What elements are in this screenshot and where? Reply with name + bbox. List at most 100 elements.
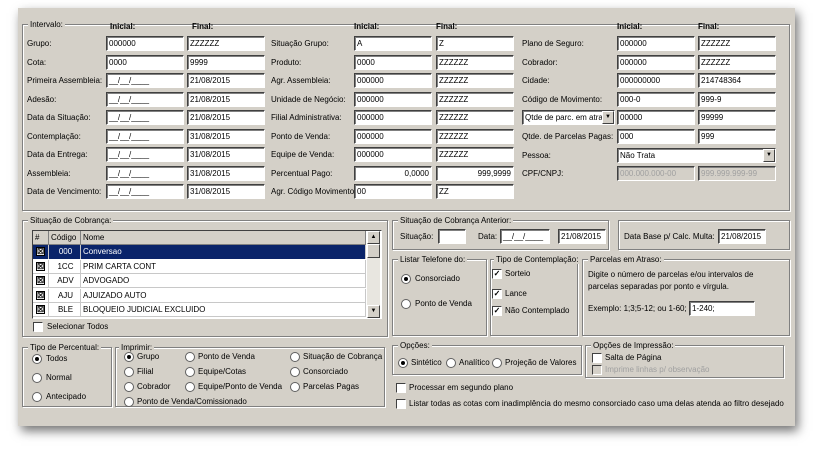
lance-checkbox[interactable]: ✓ (492, 289, 502, 299)
situacao-anterior-data-final[interactable]: 21/08/2015 (558, 229, 606, 244)
cpf-inicial-input[interactable]: 000.000.000-00 (617, 166, 695, 181)
scroll-up-icon[interactable]: ▲ (367, 231, 380, 244)
row-check-cell[interactable]: ☒ (33, 288, 49, 303)
col1-final-input-5[interactable]: 31/08/2015 (187, 128, 265, 144)
percentual-normal-radio[interactable] (32, 373, 42, 383)
percentual-antecipado-radio[interactable] (32, 392, 42, 402)
col1-final-input-2[interactable]: 21/08/2015 (187, 73, 265, 88)
col1-inicial-input-3[interactable]: __/__/____ (106, 91, 184, 107)
row-check-cell[interactable]: ☒ (33, 259, 49, 274)
checkbox-checked-icon[interactable]: ☒ (36, 290, 45, 300)
col1-final-input-7[interactable]: 31/08/2015 (187, 165, 265, 181)
listar-todas-checkbox[interactable] (396, 399, 406, 409)
col2-final-input-4[interactable]: ZZZZZZ (436, 110, 514, 125)
checkbox-checked-icon[interactable]: ☒ (36, 247, 45, 256)
parcelas-atraso-input[interactable]: 1-240; (689, 301, 755, 316)
imprimir-consorciado-label[interactable]: Consorciado (303, 367, 348, 377)
scroll-thumb[interactable] (367, 244, 380, 258)
salta-pagina-label[interactable]: Salta de Página (605, 353, 662, 363)
col2-inicial-input-2[interactable]: 000000 (354, 73, 432, 88)
qtde-parc-atraso-select[interactable]: Qtde de parc. em atra ▼ (522, 110, 615, 125)
sorteio-label[interactable]: Sorteio (505, 269, 530, 279)
situacao-anterior-data-inicial[interactable]: __/__/____ (500, 229, 550, 244)
imprimir-equipe-ponto-venda-label[interactable]: Equipe/Ponto de Venda (198, 382, 282, 392)
salta-pagina-checkbox[interactable] (592, 353, 602, 363)
col2-inicial-input-6[interactable]: 000000 (354, 147, 432, 162)
opcao-projecao-label[interactable]: Projeção de Valores (505, 358, 576, 368)
col3-final-input-5[interactable]: 999 (698, 128, 776, 144)
percentual-todos-label[interactable]: Todos (46, 354, 67, 364)
situacao-anterior-input[interactable] (438, 229, 466, 244)
opcao-sintetico-label[interactable]: Sintético (411, 358, 442, 368)
checkbox-checked-icon[interactable]: ☒ (36, 261, 45, 271)
col2-inicial-input-5[interactable]: 000000 (354, 128, 432, 144)
imprimir-ponto-venda-label[interactable]: Ponto de Venda (198, 352, 255, 362)
table-row[interactable]: ☒ ADV ADVOGADO (33, 274, 366, 288)
chevron-down-icon[interactable]: ▼ (602, 111, 614, 124)
imprime-linhas-checkbox[interactable] (592, 365, 602, 375)
situacao-cobranca-grid[interactable]: # Código Nome ☒ 000 Conversao ☒ 1CC PRIM CART… (32, 230, 382, 319)
opcao-sintetico-radio[interactable] (398, 358, 408, 368)
col2-inicial-input-3[interactable]: 000000 (354, 91, 432, 107)
processar-segundo-plano-checkbox[interactable] (396, 383, 406, 393)
col1-inicial-input-0[interactable]: 000000 (106, 36, 184, 51)
imprimir-situacao-cobranca-radio[interactable] (290, 352, 300, 362)
data-base-input[interactable]: 21/08/2015 (718, 229, 766, 244)
col2-inicial-input-7[interactable]: 0,0000 (354, 165, 432, 181)
col3-inicial-input-4[interactable]: 00000 (617, 110, 695, 125)
col2-final-input-2[interactable]: ZZZZZZ (436, 73, 514, 88)
table-row[interactable]: ☒ BLE BLOQUEIO JUDICIAL EXCLUIDO (33, 303, 366, 317)
imprime-linhas-label[interactable]: Imprime linhas p/ observação (605, 365, 710, 375)
row-check-cell[interactable]: ☒ (33, 303, 49, 317)
col3-final-input-3[interactable]: 999-9 (698, 91, 776, 107)
imprimir-grupo-radio[interactable] (124, 352, 134, 362)
imprimir-ponto-venda-comissionado-radio[interactable] (124, 397, 134, 407)
col2-final-input-5[interactable]: ZZZZZZ (436, 128, 514, 144)
opcao-analitico-label[interactable]: Analítico (459, 358, 490, 368)
col1-inicial-input-7[interactable]: __/__/____ (106, 165, 184, 181)
telefone-ponto-venda-label[interactable]: Ponto de Venda (415, 299, 472, 309)
processar-segundo-plano-label[interactable]: Processar em segundo plano (409, 383, 513, 393)
imprimir-grupo-label[interactable]: Grupo (137, 352, 159, 362)
col2-final-input-0[interactable]: Z (436, 36, 514, 51)
col2-final-input-8[interactable]: ZZ (436, 184, 514, 199)
listar-todas-label[interactable]: Listar todas as cotas com inadimplência … (409, 399, 784, 409)
table-row[interactable]: ☒ 1CC PRIM CARTA CONT (33, 259, 366, 274)
col3-inicial-input-3[interactable]: 000-0 (617, 91, 695, 107)
row-check-cell[interactable]: ☒ (33, 274, 49, 288)
telefone-consorciado-radio[interactable] (401, 274, 411, 284)
col1-final-input-4[interactable]: 21/08/2015 (187, 110, 265, 125)
percentual-todos-radio[interactable] (32, 354, 42, 364)
col2-inicial-input-8[interactable]: 00 (354, 184, 432, 199)
imprimir-equipe-cotas-label[interactable]: Equipe/Cotas (198, 367, 246, 377)
col1-inicial-input-5[interactable]: __/__/____ (106, 128, 184, 144)
percentual-normal-label[interactable]: Normal (46, 373, 72, 383)
col2-inicial-input-0[interactable]: A (354, 36, 432, 51)
cpf-final-input[interactable]: 999.999.999-99 (698, 166, 776, 181)
telefone-consorciado-label[interactable]: Consorciado (415, 274, 460, 284)
imprimir-parcelas-pagas-label[interactable]: Parcelas Pagas (303, 382, 359, 392)
grid-col-nome[interactable]: Nome (81, 231, 366, 245)
grid-col-codigo[interactable]: Código (49, 231, 81, 245)
table-row[interactable]: ☒ 000 Conversao (33, 245, 366, 259)
lance-label[interactable]: Lance (505, 289, 527, 299)
col3-final-input-4[interactable]: 99999 (698, 110, 776, 125)
nao-contemplado-label[interactable]: Não Contemplado (505, 306, 569, 316)
imprimir-cobrador-radio[interactable] (124, 382, 134, 392)
col1-final-input-3[interactable]: 21/08/2015 (187, 91, 265, 107)
opcao-projecao-radio[interactable] (492, 358, 502, 368)
imprimir-ponto-venda-comissionado-label[interactable]: Ponto de Venda/Comissionado (137, 397, 247, 407)
opcao-analitico-radio[interactable] (446, 358, 456, 368)
grid-scrollbar[interactable]: ▲ ▼ (367, 231, 380, 318)
selecionar-todos-checkbox[interactable] (33, 322, 43, 332)
col3-inicial-input-0[interactable]: 000000 (617, 36, 695, 51)
col2-final-input-1[interactable]: ZZZZZZ (436, 54, 514, 70)
scroll-down-icon[interactable]: ▼ (367, 305, 380, 318)
imprimir-filial-label[interactable]: Filial (137, 367, 153, 377)
col3-inicial-input-2[interactable]: 000000000 (617, 73, 695, 88)
col1-inicial-input-4[interactable]: __/__/____ (106, 110, 184, 125)
chevron-down-icon[interactable]: ▼ (763, 149, 775, 162)
col1-inicial-input-2[interactable]: __/__/____ (106, 73, 184, 88)
col1-final-input-6[interactable]: 31/08/2015 (187, 147, 265, 162)
imprimir-ponto-venda-radio[interactable] (185, 352, 195, 362)
